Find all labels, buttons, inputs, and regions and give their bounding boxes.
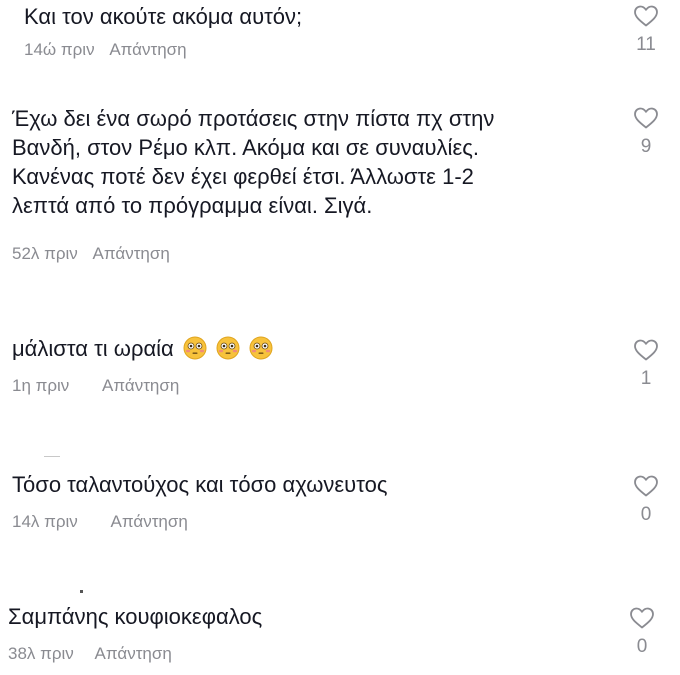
like-count: 9 xyxy=(640,136,652,157)
heart-outline-icon[interactable] xyxy=(633,474,659,498)
like-column: 0 xyxy=(626,474,666,526)
comment-meta: 52λ πριν Απάντηση xyxy=(12,244,170,264)
comment-timestamp: 14ώ πριν xyxy=(24,40,95,59)
heart-outline-icon[interactable] xyxy=(629,606,655,630)
like-column: 1 xyxy=(626,338,666,390)
reply-button[interactable]: Απάντηση xyxy=(109,40,186,60)
comment-item: Έχω δει ένα σωρό προτάσεις στην πίστα πχ… xyxy=(12,100,592,270)
like-count: 11 xyxy=(636,34,656,55)
comment-item: Τόσο ταλαντούχος και τόσο αχωνευτος 14λ … xyxy=(12,470,592,540)
comment-text: Σαμπάνης κουφιοκεφαλος xyxy=(8,604,263,629)
like-column: 0 xyxy=(622,606,662,658)
comment-meta: 1η πριν Απάντηση xyxy=(12,376,179,396)
flushed-face-icon xyxy=(249,336,273,360)
comment-meta: 14λ πριν Απάντηση xyxy=(12,512,188,532)
comment-meta: 38λ πριν Απάντηση xyxy=(8,644,172,664)
reply-button[interactable]: Απάντηση xyxy=(95,644,172,664)
comment-text-line: Βανδή, στον Ρέμο κλπ. Ακόμα και σε συναυ… xyxy=(12,135,479,160)
flushed-face-icon xyxy=(183,336,207,360)
like-column: 9 xyxy=(626,106,666,158)
like-column: 11 xyxy=(626,4,666,56)
comment-text: Και τον ακούτε ακόμα αυτόν; xyxy=(24,4,303,29)
like-count: 0 xyxy=(636,636,648,657)
comment-text: Τόσο ταλαντούχος και τόσο αχωνευτος xyxy=(12,472,388,497)
comment-text-body: μάλιστα τι ωραία xyxy=(12,336,174,361)
comment-meta: 14ώ πριν Απάντηση xyxy=(24,40,187,60)
comment-text-line: λεπτά από το πρόγραμμα είναι. Σιγά. xyxy=(12,193,373,218)
comment-timestamp: 38λ πριν xyxy=(8,644,74,663)
heart-outline-icon[interactable] xyxy=(633,338,659,362)
reply-button[interactable]: Απάντηση xyxy=(102,376,179,396)
comment-timestamp: 52λ πριν xyxy=(12,244,78,263)
comment-text-line: Κανένας ποτέ δεν έχει φερθεί έτσι. Άλλωσ… xyxy=(12,164,474,189)
comment-timestamp: 1η πριν xyxy=(12,376,70,395)
like-count: 1 xyxy=(640,368,652,389)
comment-timestamp: 14λ πριν xyxy=(12,512,78,531)
comment-text: μάλιστα τι ωραία xyxy=(12,334,273,363)
comment-text: Έχω δει ένα σωρό προτάσεις στην πίστα πχ… xyxy=(12,104,494,220)
comment-item: Και τον ακούτε ακόμα αυτόν; 14ώ πριν Απά… xyxy=(24,0,584,70)
divider-artifact xyxy=(44,456,60,457)
heart-outline-icon[interactable] xyxy=(633,4,659,28)
divider-artifact xyxy=(80,590,83,593)
like-count: 0 xyxy=(640,504,652,525)
flushed-face-icon xyxy=(216,336,240,360)
reply-button[interactable]: Απάντηση xyxy=(111,512,188,532)
comment-text-line: Έχω δει ένα σωρό προτάσεις στην πίστα πχ… xyxy=(12,106,495,131)
heart-outline-icon[interactable] xyxy=(633,106,659,130)
comment-item: μάλιστα τι ωραία 1η πριν Απάντηση xyxy=(12,334,592,404)
comment-item: Σαμπάνης κουφιοκεφαλος 38λ πριν Απάντηση xyxy=(8,602,588,672)
reply-button[interactable]: Απάντηση xyxy=(93,244,170,264)
